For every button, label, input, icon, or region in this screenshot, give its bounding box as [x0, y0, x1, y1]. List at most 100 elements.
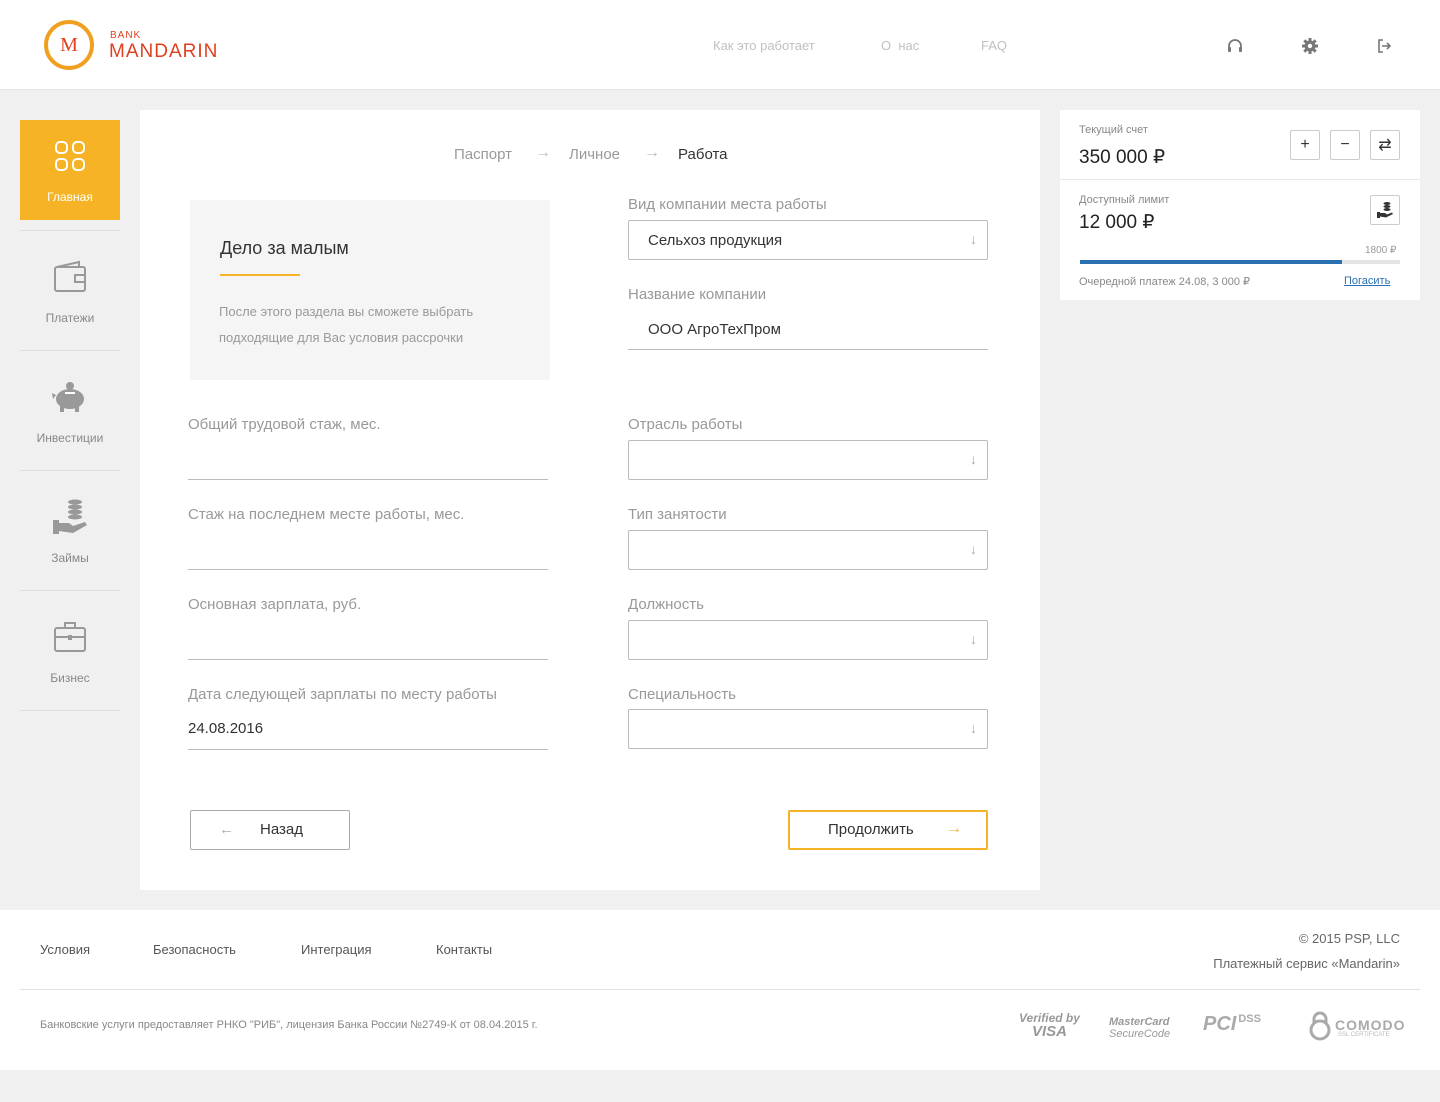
grid-icon [50, 136, 90, 176]
sidebar-item-label: Бизнес [50, 670, 90, 685]
industry-select[interactable]: ↓ [628, 440, 988, 480]
total-experience-input[interactable] [188, 450, 548, 472]
footer [0, 910, 1440, 1070]
lock-icon [1309, 1011, 1331, 1041]
comodo-sub-text: SSL CERTIFICATE [1338, 1032, 1390, 1038]
chevron-down-icon: ↓ [970, 541, 977, 557]
specialty-label: Специальность [628, 686, 736, 703]
info-box [190, 200, 550, 380]
sidebar: Главная Платежи Инвестиции Займы Бизнес [20, 110, 120, 711]
headphones-icon[interactable] [1225, 36, 1245, 56]
limit-progress-bar [1080, 260, 1400, 264]
last-job-experience-input[interactable] [188, 540, 548, 562]
chevron-down-icon: ↓ [970, 231, 977, 247]
employment-type-label: Тип занятости [628, 506, 727, 523]
verified-by-visa-logo: Verified by VISA [1019, 1012, 1080, 1040]
sidebar-item-loans[interactable]: Займы [20, 470, 120, 590]
limit-progress-fill [1080, 260, 1343, 264]
company-type-label: Вид компании места работы [628, 196, 827, 213]
breadcrumb-arrow-icon: → [535, 144, 551, 161]
specialty-select[interactable]: ↓ [628, 709, 988, 749]
continue-button[interactable]: Продолжить → [788, 810, 988, 850]
current-account-value: 350 000 ₽ [1079, 147, 1166, 168]
next-salary-date-input[interactable]: 24.08.2016 [188, 720, 548, 742]
company-name-label: Название компании [628, 286, 767, 303]
repay-link[interactable]: Погасить [1344, 275, 1390, 287]
breadcrumb-arrow-icon: → [644, 144, 660, 161]
footer-link-terms[interactable]: Условия [40, 942, 90, 957]
continue-button-label: Продолжить [828, 821, 914, 838]
mc-top-text: MasterCard [1109, 1016, 1170, 1028]
footer-legal-text: Банковские услуги предоставляет РНКО "РИ… [40, 1019, 538, 1031]
chevron-down-icon: ↓ [970, 451, 977, 467]
last-job-experience-underline [188, 569, 548, 570]
withdraw-button[interactable]: − [1330, 130, 1360, 160]
add-funds-button[interactable]: + [1290, 130, 1320, 160]
company-type-select[interactable]: Сельхоз продукция ↓ [628, 220, 988, 260]
sidebar-item-payments[interactable]: Платежи [20, 230, 120, 350]
logout-icon[interactable] [1374, 36, 1394, 56]
nav-about[interactable]: О нас [881, 38, 919, 53]
breadcrumb-work: Работа [678, 146, 728, 163]
info-underline [220, 274, 300, 276]
mc-bottom-text: SecureCode [1109, 1028, 1171, 1040]
top-header: M BANK MANDARIN Как это работает О нас F… [0, 0, 1440, 90]
loan-hand-button[interactable] [1370, 195, 1400, 225]
available-limit-label: Доступный лимит [1079, 194, 1170, 206]
footer-link-security[interactable]: Безопасность [153, 942, 236, 957]
available-limit-value: 12 000 ₽ [1079, 212, 1155, 233]
logo-letter: M [60, 33, 78, 56]
footer-copyright: © 2015 PSP, LLC [1298, 931, 1400, 946]
breadcrumb-personal[interactable]: Личное [569, 146, 620, 163]
pci-text: PCI [1203, 1013, 1237, 1035]
employment-type-select[interactable]: ↓ [628, 530, 988, 570]
sidebar-item-label: Платежи [45, 310, 95, 325]
current-account-label: Текущий счет [1079, 124, 1148, 136]
logo-bank-text: BANK [110, 30, 142, 41]
wallet-icon [50, 257, 90, 297]
visa-bottom-text: VISA [1031, 1023, 1067, 1040]
logo-name-text[interactable]: MANDARIN [109, 41, 218, 63]
transfer-button[interactable]: ⇄ [1370, 130, 1400, 160]
comodo-text: COMODO [1335, 1017, 1406, 1033]
account-divider [1060, 179, 1420, 180]
footer-link-contacts[interactable]: Контакты [436, 942, 492, 957]
salary-underline [188, 659, 548, 660]
salary-label: Основная зарплата, руб. [188, 596, 362, 613]
piggy-bank-icon [50, 377, 90, 417]
sidebar-item-business[interactable]: Бизнес [20, 590, 120, 710]
dss-text: DSS [1238, 1013, 1261, 1025]
footer-service: Платежный сервис «Mandarin» [1213, 956, 1400, 971]
breadcrumb-passport[interactable]: Паспорт [454, 146, 512, 163]
sidebar-item-label: Инвестиции [36, 430, 104, 445]
salary-input[interactable] [188, 630, 548, 652]
hand-coins-icon [1377, 202, 1393, 218]
hand-coins-icon [50, 497, 90, 537]
logo-icon[interactable]: M [44, 20, 94, 70]
info-text: После этого раздела вы сможете выбрать п… [219, 304, 474, 345]
progress-cap: 1800 ₽ [1365, 245, 1397, 256]
sidebar-item-home[interactable]: Главная [20, 120, 120, 220]
position-select[interactable]: ↓ [628, 620, 988, 660]
arrow-right-icon: → [946, 820, 962, 837]
back-button[interactable]: ← Назад [190, 810, 350, 850]
chevron-down-icon: ↓ [970, 720, 977, 736]
footer-link-integration[interactable]: Интеграция [301, 942, 372, 957]
industry-label: Отрасль работы [628, 416, 743, 433]
nav-faq[interactable]: FAQ [981, 38, 1007, 53]
footer-divider [20, 989, 1420, 990]
total-experience-underline [188, 479, 548, 480]
arrow-left-icon: ← [219, 821, 234, 838]
sidebar-divider [20, 710, 120, 711]
chevron-down-icon: ↓ [970, 631, 977, 647]
total-experience-label: Общий трудовой стаж, мес. [188, 416, 381, 433]
mastercard-securecode-logo: MasterCard SecureCode [1109, 1016, 1170, 1040]
sidebar-item-label: Займы [51, 550, 89, 565]
nav-how-it-works[interactable]: Как это работает [713, 38, 815, 53]
position-label: Должность [628, 596, 704, 613]
next-payment-text: Очередной платеж 24.08, 3 000 ₽ [1079, 276, 1251, 288]
sidebar-item-investments[interactable]: Инвестиции [20, 350, 120, 470]
sidebar-item-label: Главная [47, 190, 93, 204]
company-name-input[interactable]: ООО АгроТехПром [648, 321, 988, 343]
gear-icon[interactable] [1300, 36, 1320, 56]
